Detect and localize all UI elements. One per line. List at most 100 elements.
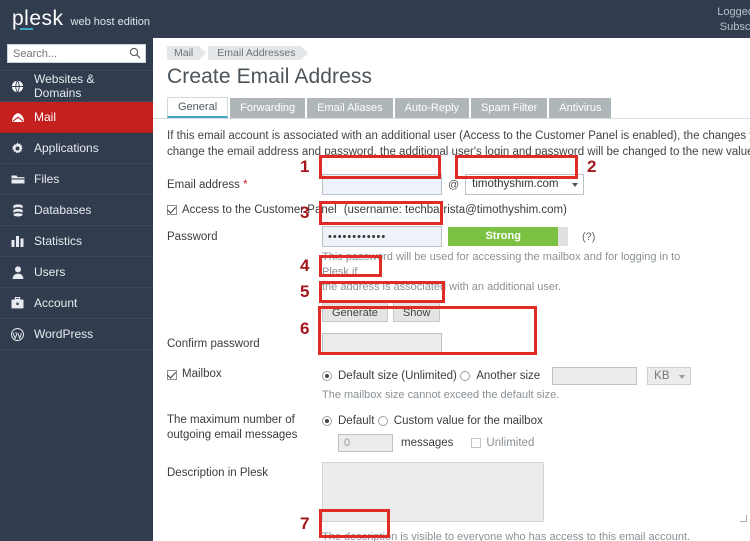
mailbox-another-size-option[interactable]: Another size KB: [460, 367, 692, 385]
outgoing-messages-row: The maximum number of outgoing email mes…: [153, 409, 750, 452]
email-address-row: Email address * @ timothyshim.com: [153, 174, 750, 195]
search-input[interactable]: [8, 45, 145, 62]
outgoing-messages-input[interactable]: [338, 434, 393, 452]
sidebar-item-users[interactable]: Users: [0, 257, 153, 288]
wordpress-icon: [10, 327, 25, 342]
search-box[interactable]: [7, 44, 146, 63]
breadcrumb: Mail Email Addresses: [153, 38, 750, 60]
sidebar-item-files[interactable]: Files: [0, 164, 153, 195]
description-textarea[interactable]: [322, 462, 544, 522]
outgoing-messages-controls: Default Custom value for the mailbox mes…: [322, 409, 750, 452]
password-help-icon[interactable]: (?): [582, 231, 595, 243]
subscription-line: Subscr: [719, 21, 750, 33]
sidebar-item-label: Account: [34, 296, 78, 310]
confirm-password-controls: [322, 333, 750, 354]
mailbox-size-note: The mailbox size cannot exceed the defau…: [322, 389, 560, 401]
mailbox-checkbox[interactable]: Mailbox: [167, 367, 222, 382]
gear-icon: [10, 141, 25, 156]
customer-panel-username-note: (username: techbarrista@timothyshim.com): [343, 204, 567, 216]
password-input-group: Strong (?): [322, 226, 750, 247]
resize-handle-icon[interactable]: [740, 515, 747, 522]
password-strength-bar: Strong: [448, 227, 568, 246]
generate-password-button[interactable]: Generate: [322, 302, 388, 322]
create-email-form: Email address * @ timothyshim.com Access…: [153, 160, 750, 541]
sidebar-item-label: WordPress: [34, 327, 94, 341]
tab-bar: General Forwarding Email Aliases Auto-Re…: [153, 89, 750, 118]
chart-icon: [10, 234, 25, 249]
customer-panel-checkbox[interactable]: Access to the Customer Panel: [167, 204, 337, 216]
email-address-label: Email address *: [167, 174, 322, 195]
description-row: Description in Plesk The description is …: [153, 462, 750, 541]
sidebar-item-mail[interactable]: Mail: [0, 102, 153, 133]
intro-line-2: change the email address and password, t…: [167, 146, 750, 158]
password-buttons: Generate Show: [322, 302, 750, 322]
outgoing-unlimited-checkbox[interactable]: Unlimited: [471, 437, 534, 449]
briefcase-icon: [10, 296, 25, 311]
outgoing-messages-label-line-1: The maximum number of: [167, 414, 295, 426]
show-password-button[interactable]: Show: [392, 302, 441, 322]
mailbox-default-size-option[interactable]: Default size (Unlimited): [322, 370, 457, 382]
account-info: Logged Subscr: [717, 5, 750, 35]
sidebar-item-label: Files: [34, 172, 60, 186]
tab-auto-reply[interactable]: Auto-Reply: [394, 98, 470, 118]
mailbox-size-input[interactable]: [552, 367, 638, 385]
password-hint: This password will be used for accessing…: [322, 247, 692, 295]
sidebar-item-wordpress[interactable]: WordPress: [0, 319, 153, 350]
database-icon: [10, 203, 25, 218]
outgoing-messages-unit-label: messages: [401, 437, 454, 449]
tab-email-aliases[interactable]: Email Aliases: [307, 98, 393, 118]
sidebar-item-websites-domains[interactable]: Websites & Domains: [0, 71, 153, 102]
radio-unselected-icon: [460, 371, 471, 381]
outgoing-messages-label: The maximum number of outgoing email mes…: [167, 409, 322, 452]
sidebar-item-label: Users: [34, 265, 66, 279]
email-local-part-input[interactable]: [322, 174, 442, 195]
domain-select[interactable]: timothyshim.com: [465, 174, 585, 195]
mailbox-row: Mailbox Default size (Unlimited) Another…: [153, 363, 750, 403]
sidebar: Websites & Domains Mail Applications Fil…: [0, 38, 153, 541]
outgoing-default-option[interactable]: Default: [322, 415, 374, 427]
outgoing-messages-label-line-2: outgoing email messages: [167, 429, 298, 441]
outgoing-custom-value-group: messages Unlimited: [338, 434, 750, 452]
checkbox-unchecked-icon: [471, 438, 482, 448]
radio-unselected-icon: [377, 416, 388, 426]
sidebar-item-label: Applications: [34, 141, 99, 155]
mailbox-size-unit-select[interactable]: KB: [647, 367, 692, 385]
password-strength-meter: Strong: [448, 226, 568, 247]
password-hint-line-2: the address is associated with an additi…: [322, 281, 562, 293]
tab-forwarding[interactable]: Forwarding: [230, 98, 306, 118]
sidebar-item-applications[interactable]: Applications: [0, 133, 153, 164]
password-input[interactable]: [322, 226, 442, 247]
mailbox-default-size-label: Default size (Unlimited): [338, 370, 457, 382]
radio-selected-icon: [322, 416, 332, 426]
outgoing-default-label: Default: [338, 415, 375, 427]
intro-line-1: If this email account is associated with…: [167, 130, 750, 142]
search-icon: [129, 47, 141, 62]
plesk-logo[interactable]: plesk web host edition: [12, 8, 151, 30]
tab-antivirus[interactable]: Antivirus: [549, 98, 612, 118]
confirm-password-input[interactable]: [322, 333, 442, 354]
intro-text: If this email account is associated with…: [153, 119, 750, 160]
logged-in-line: Logged: [717, 6, 750, 18]
chevron-down-icon: [679, 375, 686, 379]
outgoing-custom-option[interactable]: Custom value for the mailbox: [377, 415, 543, 427]
sidebar-nav: Websites & Domains Mail Applications Fil…: [0, 70, 153, 350]
required-asterisk: *: [243, 179, 248, 191]
logo-edition: web host edition: [70, 16, 151, 28]
at-symbol: @: [448, 178, 460, 191]
main-content: Mail Email Addresses Create Email Addres…: [153, 38, 750, 541]
sidebar-item-statistics[interactable]: Statistics: [0, 226, 153, 257]
email-address-label-text: Email address: [167, 179, 240, 191]
checkbox-checked-icon: [167, 205, 177, 215]
outgoing-custom-label: Custom value for the mailbox: [393, 415, 543, 427]
sidebar-item-databases[interactable]: Databases: [0, 195, 153, 226]
outgoing-unlimited-label: Unlimited: [486, 437, 535, 449]
breadcrumb-item-email-addresses[interactable]: Email Addresses: [208, 46, 309, 60]
customer-panel-checkbox-group[interactable]: Access to the Customer Panel (username: …: [167, 204, 567, 216]
tab-spam-filter[interactable]: Spam Filter: [471, 98, 548, 118]
sidebar-item-account[interactable]: Account: [0, 288, 153, 319]
sidebar-item-label: Statistics: [34, 234, 83, 248]
password-strength-fill: Strong: [448, 227, 559, 246]
mailbox-another-size-label: Another size: [476, 370, 541, 382]
breadcrumb-item-mail[interactable]: Mail: [167, 46, 207, 60]
tab-general[interactable]: General: [167, 97, 229, 118]
